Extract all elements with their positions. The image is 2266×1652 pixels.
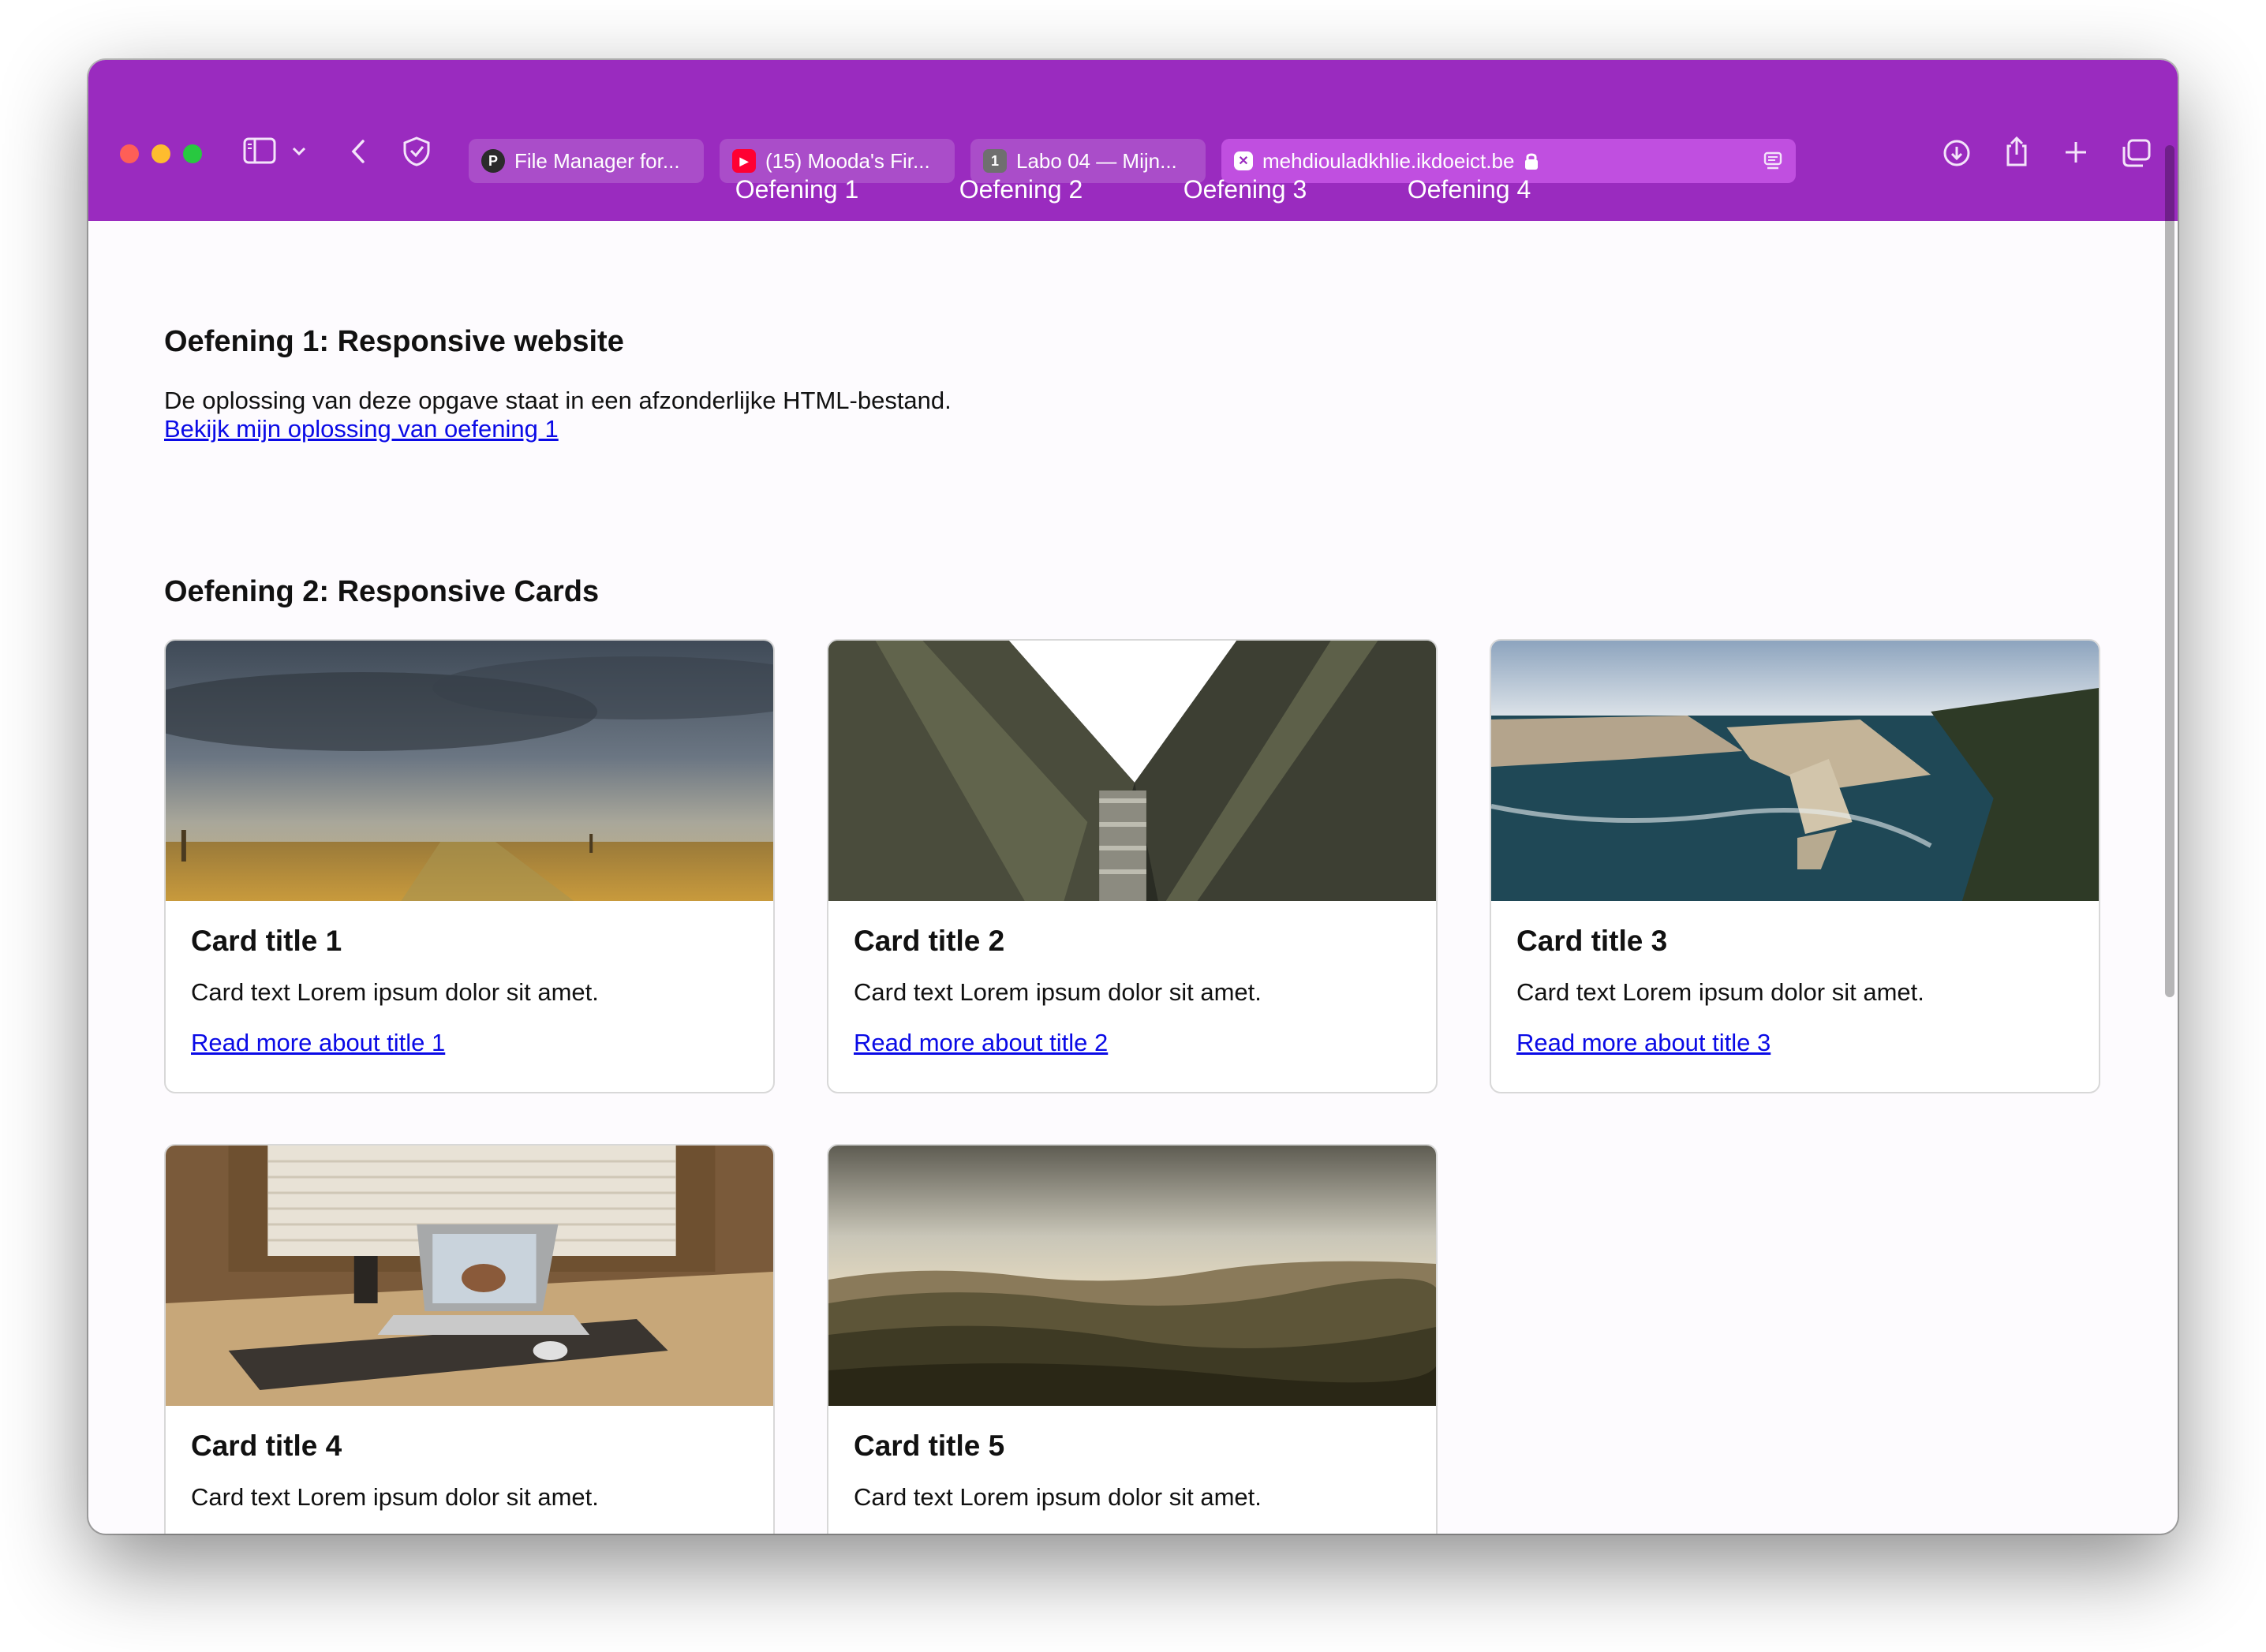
section1-solution-link[interactable]: Bekijk mijn oplossing van oefening 1 <box>164 415 559 443</box>
card-4-image <box>166 1146 773 1406</box>
card-1-read-more-link[interactable]: Read more about title 1 <box>191 1029 445 1057</box>
card-3-text: Card text Lorem ipsum dolor sit amet. <box>1516 978 1924 1006</box>
card-5-title: Card title 5 <box>854 1430 1005 1462</box>
card-2: Card title 2 Card text Lorem ipsum dolor… <box>827 639 1438 1093</box>
site-nav: Oefening 1 Oefening 2 Oefening 3 Oefenin… <box>88 158 2178 221</box>
card-4-text: Card text Lorem ipsum dolor sit amet. <box>191 1483 599 1511</box>
card-2-title: Card title 2 <box>854 925 1005 957</box>
card-1-image <box>166 641 773 901</box>
card-5-text: Card text Lorem ipsum dolor sit amet. <box>854 1483 1262 1511</box>
card-1-title: Card title 1 <box>191 925 342 957</box>
nav-oefening-3[interactable]: Oefening 3 <box>1133 158 1357 221</box>
card-5: Card title 5 Card text Lorem ipsum dolor… <box>827 1144 1438 1534</box>
section1-text: De oplossing van deze opgave staat in ee… <box>164 387 952 414</box>
card-3-read-more-link[interactable]: Read more about title 3 <box>1516 1029 1771 1057</box>
browser-window: P File Manager for... ▶ (15) Mooda's Fir… <box>88 60 2178 1534</box>
page-scrollbar[interactable] <box>2165 145 2174 997</box>
section1-title: Oefening 1: Responsive website <box>164 325 624 358</box>
nav-oefening-4[interactable]: Oefening 4 <box>1357 158 1581 221</box>
card-4: Card title 4 Card text Lorem ipsum dolor… <box>164 1144 775 1534</box>
page-content: Oefening 1: Responsive website De oploss… <box>88 221 2178 1534</box>
card-1: Card title 1 Card text Lorem ipsum dolor… <box>164 639 775 1093</box>
card-2-read-more-link[interactable]: Read more about title 2 <box>854 1029 1108 1057</box>
card-2-image <box>828 641 1436 901</box>
card-3: Card title 3 Card text Lorem ipsum dolor… <box>1490 639 2100 1093</box>
card-4-title: Card title 4 <box>191 1430 342 1462</box>
card-5-image <box>828 1146 1436 1406</box>
card-3-title: Card title 3 <box>1516 925 1668 957</box>
card-1-text: Card text Lorem ipsum dolor sit amet. <box>191 978 599 1006</box>
nav-oefening-2[interactable]: Oefening 2 <box>909 158 1133 221</box>
section2-title: Oefening 2: Responsive Cards <box>164 575 600 608</box>
nav-oefening-1[interactable]: Oefening 1 <box>685 158 909 221</box>
card-3-image <box>1491 641 2099 901</box>
chevron-down-icon[interactable] <box>292 147 306 156</box>
card-2-text: Card text Lorem ipsum dolor sit amet. <box>854 978 1262 1006</box>
